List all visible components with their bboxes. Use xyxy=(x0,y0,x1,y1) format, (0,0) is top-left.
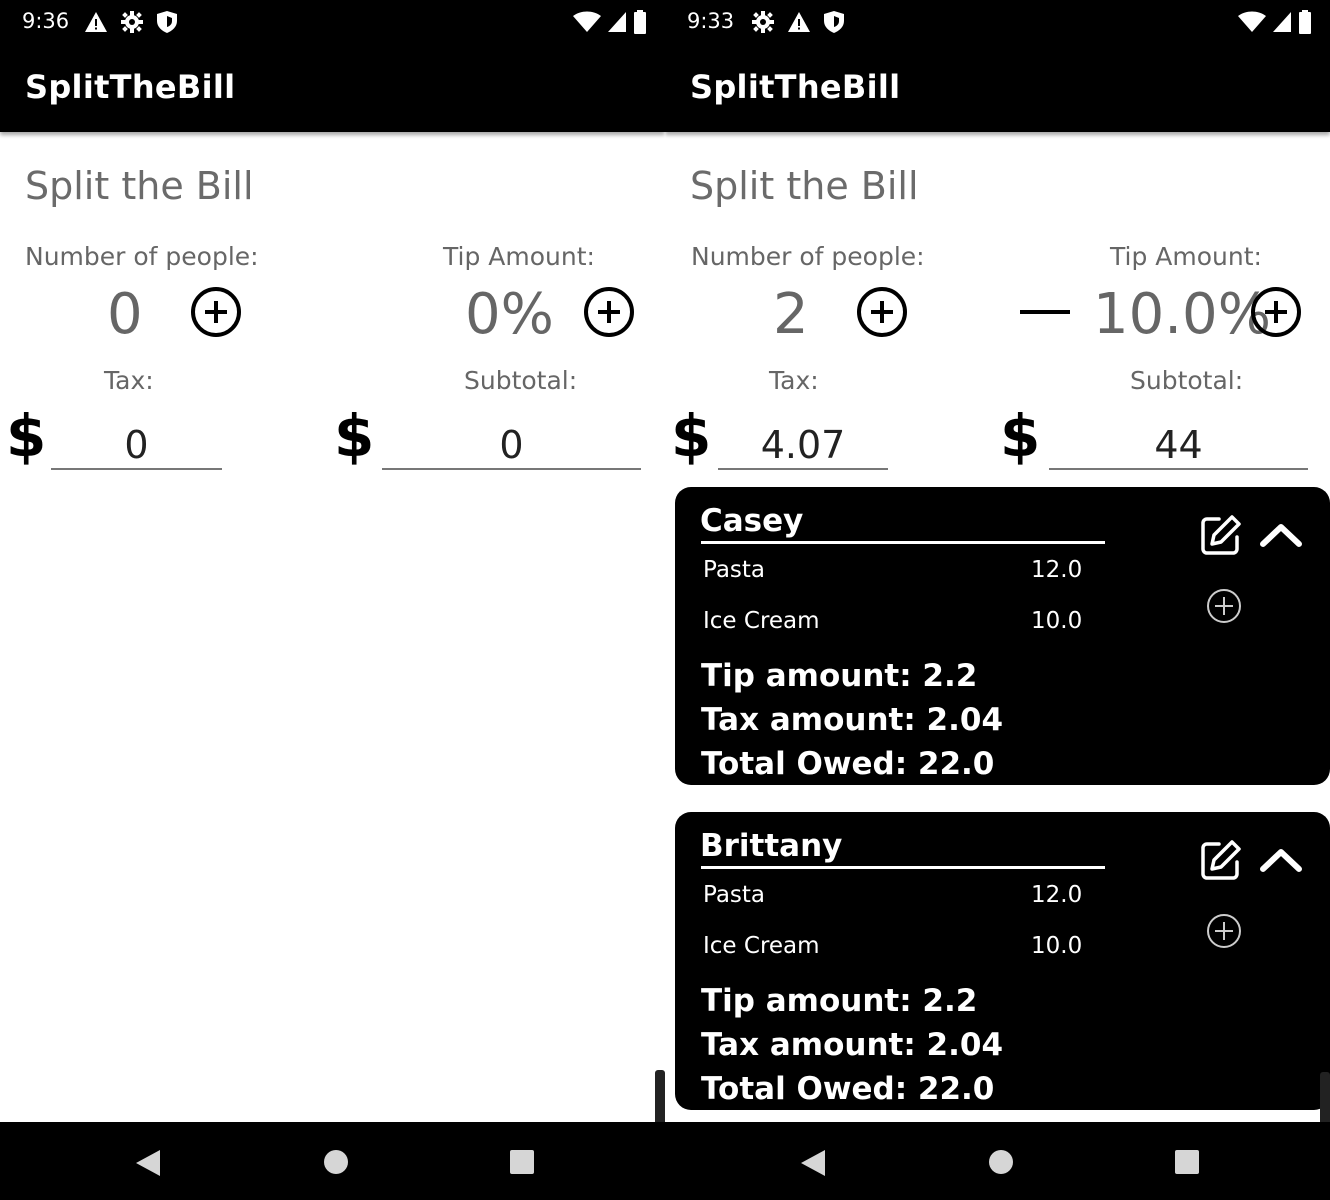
tip-amount-text: Tip amount: 2.2 xyxy=(701,658,978,694)
status-system-icons xyxy=(1238,10,1312,34)
tip-label: Tip Amount: xyxy=(1110,242,1262,271)
status-bar: 9:36 xyxy=(0,0,665,44)
person-name: Brittany xyxy=(700,828,843,864)
battery-icon xyxy=(1299,10,1311,34)
nav-bar xyxy=(0,1122,665,1200)
people-count: 0 xyxy=(107,282,143,347)
back-icon[interactable] xyxy=(136,1150,160,1176)
person-name: Casey xyxy=(700,503,804,539)
status-time: 9:33 xyxy=(687,9,735,33)
status-time: 9:36 xyxy=(22,9,70,33)
battery-icon xyxy=(634,10,646,34)
item-price: 10.0 xyxy=(1031,608,1083,634)
item-name: Ice Cream xyxy=(703,608,820,634)
subtotal-label: Subtotal: xyxy=(464,366,578,395)
tax-currency: $ xyxy=(671,402,712,470)
add-person-button[interactable] xyxy=(857,287,907,337)
app-title: SplitTheBill xyxy=(690,68,901,106)
subtotal-currency: $ xyxy=(1000,402,1041,470)
recents-icon[interactable] xyxy=(1175,1150,1199,1174)
page-title: Split the Bill xyxy=(25,164,254,208)
item-name: Ice Cream xyxy=(703,933,820,959)
status-notification-icons xyxy=(751,10,845,34)
settings-icon xyxy=(752,11,774,33)
item-price: 10.0 xyxy=(1031,933,1083,959)
chevron-up-icon[interactable] xyxy=(1259,844,1303,874)
home-icon[interactable] xyxy=(989,1150,1013,1174)
people-label: Number of people: xyxy=(691,242,925,271)
status-bar: 9:33 xyxy=(665,0,1330,44)
tax-input[interactable]: 0 xyxy=(51,420,222,470)
chevron-up-icon[interactable] xyxy=(1259,519,1303,549)
status-notification-icons xyxy=(84,10,178,34)
nav-bar xyxy=(665,1122,1330,1200)
item-name: Pasta xyxy=(703,882,766,908)
status-system-icons xyxy=(573,10,647,34)
warning-icon xyxy=(85,12,107,32)
wifi-icon xyxy=(1238,11,1266,32)
home-icon[interactable] xyxy=(324,1150,348,1174)
back-icon[interactable] xyxy=(801,1150,825,1176)
person-card: Casey Pasta 12.0 Ice Cream 10.0 Tip amou… xyxy=(675,487,1330,785)
tax-label: Tax: xyxy=(104,366,154,395)
page-title: Split the Bill xyxy=(690,164,919,208)
signal-icon xyxy=(608,12,626,32)
app-title: SplitTheBill xyxy=(25,68,236,106)
app-bar: SplitTheBill xyxy=(665,44,1330,132)
people-count: 2 xyxy=(773,282,809,347)
tax-input[interactable]: 4.07 xyxy=(718,420,888,470)
tip-value: 10.0% xyxy=(1093,282,1271,347)
edit-icon[interactable] xyxy=(1199,513,1243,557)
tip-value: 0% xyxy=(465,282,554,347)
signal-icon xyxy=(1273,12,1291,32)
subtotal-input[interactable]: 44 xyxy=(1049,420,1308,470)
subtotal-input[interactable]: 0 xyxy=(382,420,641,470)
tax-amount-text: Tax amount: 2.04 xyxy=(701,1027,1004,1063)
add-item-button[interactable] xyxy=(1207,589,1241,623)
total-owed-text: Total Owed: 22.0 xyxy=(701,746,995,782)
item-price: 12.0 xyxy=(1031,557,1083,583)
app-bar: SplitTheBill xyxy=(0,44,665,132)
add-item-button[interactable] xyxy=(1207,914,1241,948)
recents-icon[interactable] xyxy=(510,1150,534,1174)
wifi-icon xyxy=(573,11,601,32)
divider xyxy=(701,541,1105,544)
warning-icon xyxy=(788,12,810,32)
settings-icon xyxy=(121,11,143,33)
item-name: Pasta xyxy=(703,557,766,583)
decrease-tip-button[interactable] xyxy=(1020,310,1070,314)
screen-left: 9:36 SplitTheBill Split the Bill Number … xyxy=(0,0,665,1200)
tax-label: Tax: xyxy=(769,366,819,395)
increase-tip-button[interactable] xyxy=(1251,287,1301,337)
increase-tip-button[interactable] xyxy=(584,287,634,337)
subtotal-label: Subtotal: xyxy=(1130,366,1244,395)
item-price: 12.0 xyxy=(1031,882,1083,908)
total-owed-text: Total Owed: 22.0 xyxy=(701,1071,995,1107)
add-person-button[interactable] xyxy=(191,287,241,337)
shield-icon xyxy=(824,11,844,33)
subtotal-currency: $ xyxy=(334,402,375,470)
people-label: Number of people: xyxy=(25,242,259,271)
divider xyxy=(701,866,1105,869)
tax-amount-text: Tax amount: 2.04 xyxy=(701,702,1004,738)
tax-currency: $ xyxy=(6,402,47,470)
screen-right: 9:33 SplitTheBill Split the Bill Number … xyxy=(665,0,1330,1200)
shield-icon xyxy=(157,11,177,33)
tip-label: Tip Amount: xyxy=(443,242,595,271)
edit-icon[interactable] xyxy=(1199,838,1243,882)
person-card: Brittany Pasta 12.0 Ice Cream 10.0 Tip a… xyxy=(675,812,1330,1110)
tip-amount-text: Tip amount: 2.2 xyxy=(701,983,978,1019)
